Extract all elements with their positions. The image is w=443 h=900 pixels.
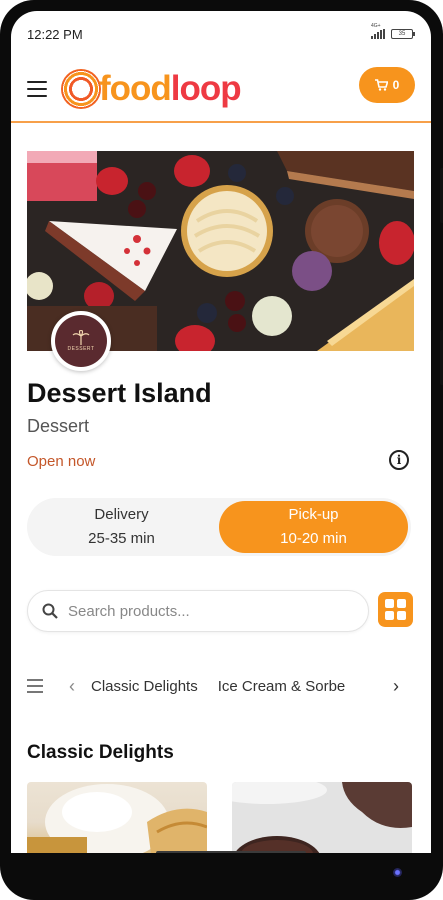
- search-icon: [42, 603, 58, 619]
- battery-icon: 35: [391, 29, 415, 39]
- product-card[interactable]: [27, 782, 207, 853]
- cart-icon: [374, 79, 388, 91]
- delivery-time: 25-35 min: [88, 530, 155, 547]
- status-indicators: 4G+ 35: [371, 23, 415, 39]
- pickup-label: Pick-up: [288, 506, 339, 523]
- delivery-option[interactable]: Delivery 25-35 min: [27, 498, 216, 556]
- category-tabs: Classic Delights Ice Cream & Sorbe: [91, 678, 381, 695]
- section-title: Classic Delights: [27, 742, 174, 763]
- search-input[interactable]: [68, 602, 338, 620]
- store-logo: DESSERT: [51, 311, 111, 371]
- status-time: 12:22 PM: [27, 26, 83, 42]
- network-type: 4G+: [371, 23, 381, 29]
- logo-text-loop: loop: [170, 69, 242, 108]
- home-indicator[interactable]: [156, 851, 306, 853]
- chevron-right-icon[interactable]: ›: [387, 676, 405, 697]
- category-bar: ‹ Classic Delights Ice Cream & Sorbe ›: [27, 671, 419, 701]
- menu-icon[interactable]: [27, 81, 47, 97]
- app-screen: 12:22 PM 4G+ 35 foodloop 0 DESSERT Desse…: [11, 11, 431, 853]
- chevron-left-icon[interactable]: ‹: [63, 676, 81, 697]
- grid-view-button[interactable]: [378, 592, 413, 627]
- status-bar: 12:22 PM 4G+ 35: [11, 11, 431, 57]
- grid-icon: [385, 599, 394, 608]
- phone-frame: 12:22 PM 4G+ 35 foodloop 0 DESSERT Desse…: [0, 0, 443, 900]
- product-image: [232, 782, 412, 853]
- cart-count: 0: [392, 78, 400, 92]
- camera-icon: [393, 868, 402, 877]
- search-bar: [27, 590, 369, 632]
- signal-icon: 4G+: [371, 23, 385, 39]
- store-category: Dessert: [27, 416, 90, 436]
- delivery-label: Delivery: [94, 506, 149, 523]
- battery-level: 35: [398, 31, 406, 37]
- pickup-option[interactable]: Pick-up 10-20 min: [219, 501, 408, 553]
- product-card[interactable]: [232, 782, 412, 853]
- tab-classic-delights[interactable]: Classic Delights: [91, 678, 198, 695]
- foodloop-logo[interactable]: foodloop: [61, 67, 242, 111]
- fulfillment-toggle: Delivery 25-35 min Pick-up 10-20 min: [27, 498, 411, 556]
- app-header: foodloop 0: [11, 57, 431, 123]
- pickup-time: 10-20 min: [280, 530, 347, 547]
- store-open-status: Open now: [27, 453, 96, 470]
- cart-button[interactable]: 0: [359, 67, 415, 103]
- logo-text-food: food: [99, 69, 172, 108]
- list-icon[interactable]: [27, 679, 43, 693]
- info-icon[interactable]: i: [389, 450, 409, 470]
- tab-ice-cream-sorbet[interactable]: Ice Cream & Sorbe: [218, 678, 346, 695]
- palm-tree-icon: [72, 330, 90, 345]
- store-name: Dessert Island: [27, 378, 212, 408]
- logo-ring-icon: [61, 69, 101, 109]
- store-logo-text: DESSERT: [67, 346, 95, 352]
- product-image: [27, 784, 207, 853]
